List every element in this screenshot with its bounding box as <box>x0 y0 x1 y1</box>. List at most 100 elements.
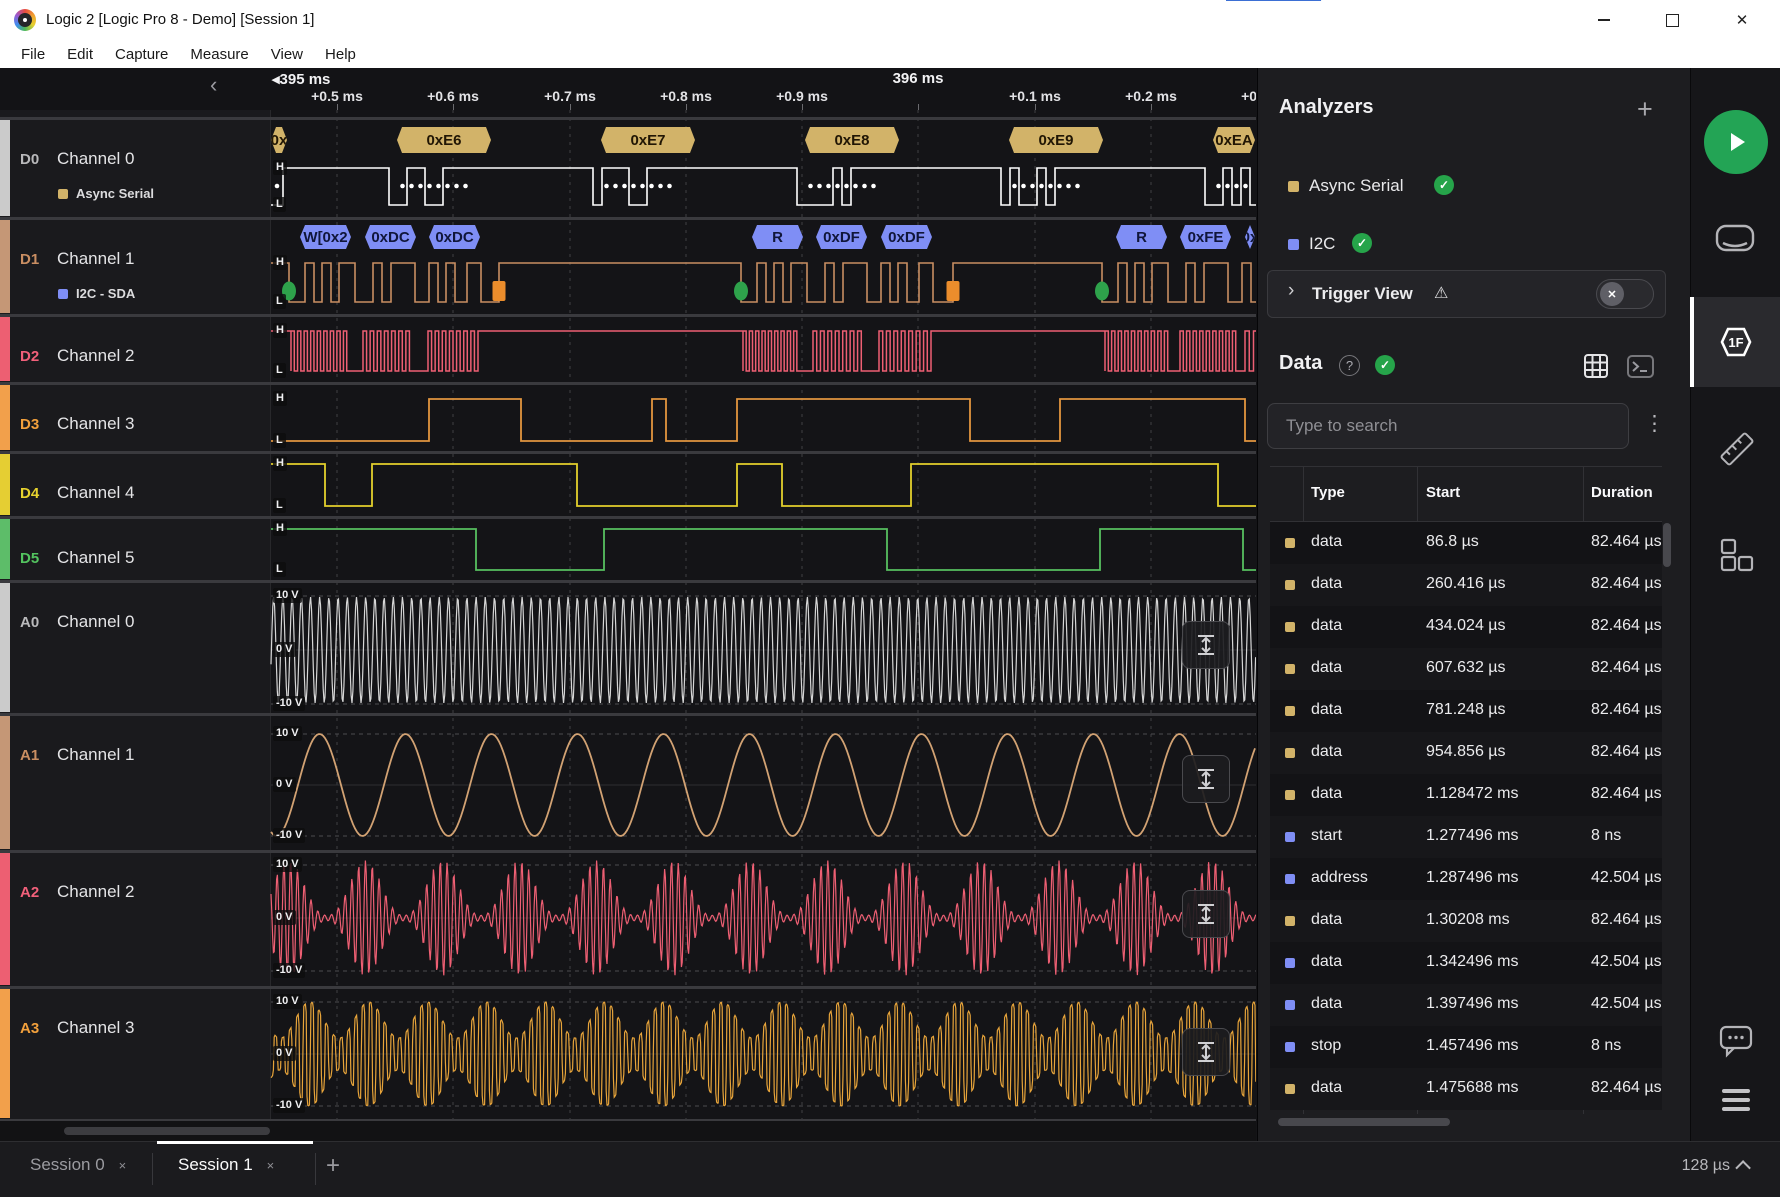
serial-decode-bubble[interactable]: 0xE8 <box>805 127 899 153</box>
minimize-button[interactable] <box>1581 0 1627 40</box>
waveform-horizontal-scrollbar[interactable] <box>0 1121 1256 1141</box>
data-table-row[interactable]: data954.856 µs82.464 µs <box>1270 732 1662 774</box>
analyzer-item-async-serial[interactable]: Async Serial <box>1309 176 1403 196</box>
hex-data-tab-icon[interactable]: 1F <box>1712 323 1758 361</box>
data-table-row[interactable]: data260.416 µs82.464 µs <box>1270 564 1662 606</box>
data-table-row[interactable]: start1.277496 ms8 ns <box>1270 816 1662 858</box>
analog-scale-label: -10 V <box>273 1098 305 1113</box>
menu-view[interactable]: View <box>260 43 314 66</box>
feedback-chat-icon[interactable] <box>1718 1024 1754 1058</box>
table-vertical-scrollbar[interactable] <box>1663 523 1671 567</box>
channel-color-strip <box>0 583 10 712</box>
channel-name-d5[interactable]: Channel 5 <box>57 548 135 568</box>
data-table-row[interactable]: stop1.457496 ms8 ns <box>1270 1026 1662 1068</box>
serial-decode-bubble[interactable]: 0xE6 <box>397 127 491 153</box>
data-table-row[interactable]: data86.8 µs82.464 µs <box>1270 522 1662 564</box>
column-header-start[interactable]: Start <box>1426 484 1460 501</box>
new-session-button[interactable]: + <box>326 1152 340 1180</box>
channel-name-d2[interactable]: Channel 2 <box>57 346 135 366</box>
cell-duration: 8 ns <box>1591 1037 1661 1055</box>
column-header-type[interactable]: Type <box>1311 484 1345 501</box>
level-low-label: L <box>273 197 286 212</box>
i2c-decode-bubble[interactable]: W[0x2 <box>300 225 351 249</box>
terminal-view-icon[interactable] <box>1626 354 1655 379</box>
serial-decode-bubble[interactable]: 0xEA <box>1213 127 1255 153</box>
device-icon[interactable] <box>1713 222 1757 254</box>
frame-type-color-icon <box>1285 916 1295 926</box>
kebab-menu-icon[interactable]: ⋮ <box>1644 411 1665 436</box>
help-icon[interactable]: ? <box>1339 355 1360 376</box>
channel-color-strip <box>0 385 10 450</box>
cell-type: data <box>1311 911 1406 929</box>
menu-file[interactable]: File <box>10 43 56 66</box>
level-high-label: H <box>273 160 287 175</box>
measure-ruler-icon[interactable] <box>1715 427 1759 471</box>
i2c-decode-bubble[interactable]: 0xDC <box>429 225 480 249</box>
session-tab-1[interactable]: Session 1× <box>178 1155 274 1175</box>
maximize-button[interactable] <box>1649 0 1695 40</box>
table-horizontal-scrollbar[interactable] <box>1278 1118 1450 1126</box>
channel-name-d0[interactable]: Channel 0 <box>57 149 135 169</box>
menu-help[interactable]: Help <box>314 43 367 66</box>
level-low-label: L <box>273 433 286 448</box>
chevron-up-icon <box>1735 1160 1751 1176</box>
menu-edit[interactable]: Edit <box>56 43 104 66</box>
channel-analyzer-chip[interactable]: Async Serial <box>58 186 154 201</box>
data-table-row[interactable]: data434.024 µs82.464 µs <box>1270 606 1662 648</box>
trigger-view-toggle[interactable]: ✕ <box>1596 279 1654 309</box>
close-tab-icon[interactable]: × <box>267 1158 275 1173</box>
vertical-scale-button-a1[interactable] <box>1182 755 1230 803</box>
data-table-row[interactable]: data1.475688 ms82.464 µs <box>1270 1068 1662 1110</box>
channel-name-d1[interactable]: Channel 1 <box>57 249 135 269</box>
serial-decode-bubble[interactable]: 0xE9 <box>1009 127 1103 153</box>
search-input[interactable] <box>1284 410 1608 442</box>
i2c-decode-bubble[interactable]: R <box>752 225 803 249</box>
table-view-icon[interactable] <box>1583 353 1609 379</box>
data-table-row[interactable]: data781.248 µs82.464 µs <box>1270 690 1662 732</box>
waveform-area[interactable]: ‹ 0x0xE60xE70xE80xE90xEAW[0x20xDC0xDCR0x… <box>0 68 1256 1121</box>
menu-measure[interactable]: Measure <box>179 43 259 66</box>
channel-name-a0[interactable]: Channel 0 <box>57 612 135 632</box>
add-analyzer-button[interactable]: + <box>1637 96 1653 123</box>
close-button[interactable]: ✕ <box>1719 0 1765 40</box>
data-table-row[interactable]: data1.397496 ms42.504 µs <box>1270 984 1662 1026</box>
channel-name-a2[interactable]: Channel 2 <box>57 882 135 902</box>
channel-name-a1[interactable]: Channel 1 <box>57 745 135 765</box>
vertical-scale-button-a2[interactable] <box>1182 890 1230 938</box>
data-table-row[interactable]: data1.128472 ms82.464 µs <box>1270 774 1662 816</box>
timing-marker-status[interactable]: 128 µs <box>1682 1157 1750 1175</box>
i2c-decode-bubble[interactable]: 0xDF <box>881 225 932 249</box>
active-tab-indicator <box>1690 297 1694 387</box>
channel-name-d3[interactable]: Channel 3 <box>57 414 135 434</box>
layout-panels-icon[interactable] <box>1718 536 1756 574</box>
channel-name-d4[interactable]: Channel 4 <box>57 483 135 503</box>
start-capture-button[interactable] <box>1704 110 1768 174</box>
data-table-row[interactable]: data1.342496 ms42.504 µs <box>1270 942 1662 984</box>
channel-analyzer-chip[interactable]: I2C - SDA <box>58 286 135 301</box>
search-field[interactable] <box>1267 403 1629 449</box>
analyzer-item-i2c[interactable]: I2C <box>1309 234 1335 254</box>
main-menu-hamburger-icon[interactable] <box>1719 1086 1753 1114</box>
analyzer-chip-label: Async Serial <box>76 186 154 201</box>
show-in-folder-link-clipped[interactable]: Show in folder <box>1226 0 1342 5</box>
cell-type: data <box>1311 743 1406 761</box>
i2c-decode-bubble[interactable]: 0xDC <box>365 225 416 249</box>
i2c-decode-bubble[interactable]: 0xFE <box>1180 225 1231 249</box>
data-table-row[interactable]: address1.287496 ms42.504 µs <box>1270 858 1662 900</box>
vertical-scale-button-a3[interactable] <box>1182 1028 1230 1076</box>
vertical-scale-button-a0[interactable] <box>1182 621 1230 669</box>
data-table-row[interactable]: data607.632 µs82.464 µs <box>1270 648 1662 690</box>
i2c-decode-bubble[interactable]: R <box>1116 225 1167 249</box>
analyzer-chip-label: I2C - SDA <box>76 286 135 301</box>
close-tab-icon[interactable]: × <box>119 1158 127 1173</box>
table-grid-line <box>1270 466 1662 467</box>
session-tab-0[interactable]: Session 0× <box>30 1155 126 1175</box>
data-table-row[interactable]: data1.30208 ms82.464 µs <box>1270 900 1662 942</box>
serial-decode-bubble[interactable]: 0xE7 <box>601 127 695 153</box>
channel-name-a3[interactable]: Channel 3 <box>57 1018 135 1038</box>
i2c-decode-bubble[interactable]: 0xDF <box>816 225 867 249</box>
column-header-duration[interactable]: Duration <box>1591 484 1653 501</box>
chevron-right-icon[interactable]: › <box>1288 281 1294 300</box>
scrollbar-thumb[interactable] <box>64 1127 270 1135</box>
menu-capture[interactable]: Capture <box>104 43 179 66</box>
